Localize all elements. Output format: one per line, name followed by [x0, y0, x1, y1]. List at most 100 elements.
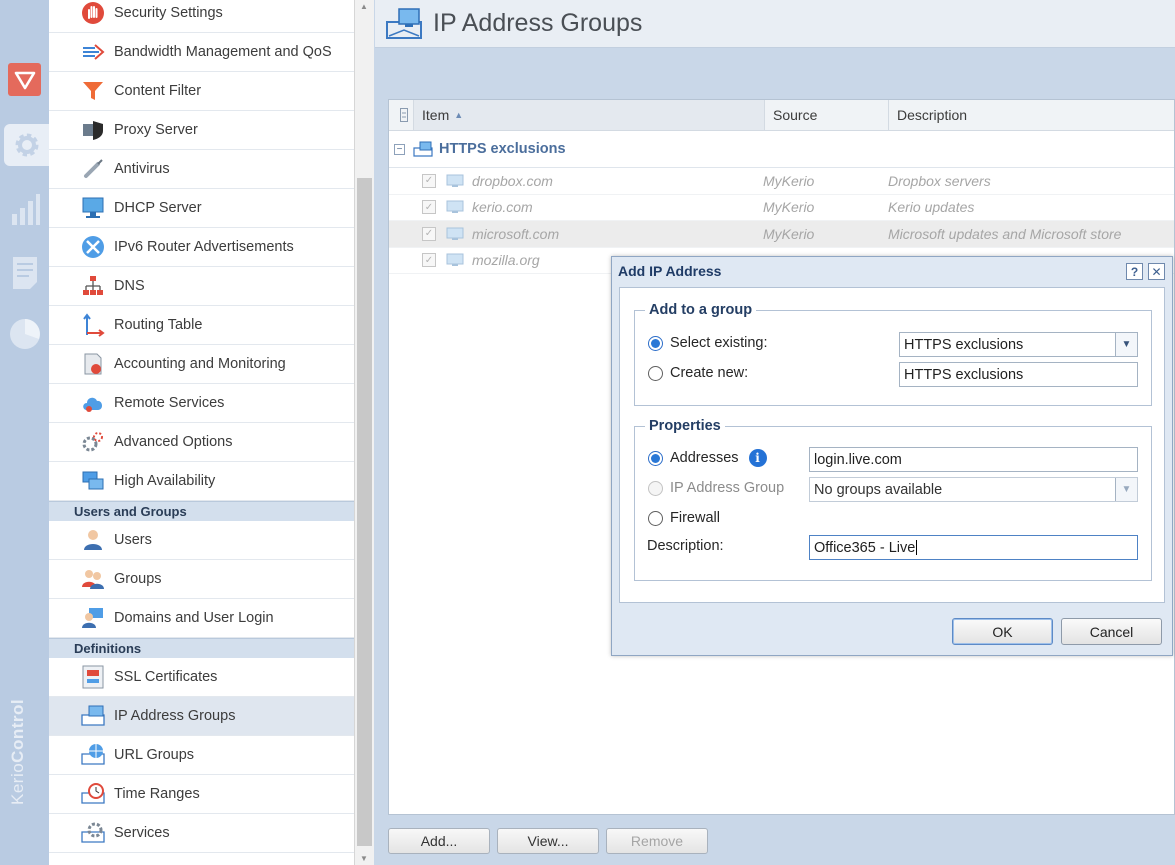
- row-item: kerio.com: [472, 199, 533, 216]
- create-new-value: HTTPS exclusions: [904, 366, 1024, 383]
- nav-item-time-ranges[interactable]: Time Ranges: [49, 775, 354, 814]
- row-item: dropbox.com: [472, 172, 553, 189]
- chevron-down-icon[interactable]: ▼: [1115, 333, 1137, 356]
- nav-item-antivirus[interactable]: Antivirus: [49, 150, 354, 189]
- select-existing-option[interactable]: Select existing:: [648, 335, 768, 351]
- nav-item-ip-address-groups[interactable]: IP Address Groups: [49, 697, 354, 736]
- create-new-option[interactable]: Create new:: [648, 365, 748, 381]
- table-row[interactable]: ✓ kerio.com MyKerio Kerio updates: [389, 195, 1174, 221]
- info-icon[interactable]: i: [748, 449, 767, 467]
- page-header: IP Address Groups: [375, 0, 1175, 48]
- statistics-rail-button[interactable]: [8, 192, 41, 225]
- scroll-down-arrow-icon[interactable]: ▼: [360, 854, 368, 863]
- proxy-shield-icon: [81, 118, 105, 142]
- column-header-description[interactable]: Description: [889, 100, 1174, 130]
- text-cursor: [916, 540, 918, 555]
- nav-item-label: SSL Certificates: [114, 669, 218, 685]
- column-label-source: Source: [773, 107, 818, 123]
- nav-item-remote-services[interactable]: Remote Services: [49, 384, 354, 423]
- cloud-icon: [81, 391, 105, 415]
- nav-item-content-filter[interactable]: Content Filter: [49, 72, 354, 111]
- select-all-column[interactable]: [389, 100, 414, 130]
- addresses-radio[interactable]: [648, 450, 663, 466]
- row-checkbox[interactable]: ✓: [422, 253, 436, 268]
- nav-item-routing-table[interactable]: Routing Table: [49, 306, 354, 345]
- table-row[interactable]: ✓ microsoft.com MyKerio Microsoft updates a…: [389, 221, 1174, 248]
- select-existing-combobox[interactable]: HTTPS exclusions ▼: [899, 332, 1138, 357]
- settings-rail-button[interactable]: [4, 124, 49, 166]
- nav-item-domains-and-user-login[interactable]: Domains and User Login: [49, 599, 354, 638]
- chevron-down-icon: ▼: [1115, 478, 1137, 501]
- nav-item-users[interactable]: Users: [49, 521, 354, 560]
- dhcp-monitor-icon: [81, 196, 105, 220]
- group-title: HTTPS exclusions: [439, 141, 566, 157]
- scroll-up-arrow-icon[interactable]: ▲: [360, 2, 368, 11]
- column-header-source[interactable]: Source: [765, 100, 889, 130]
- select-existing-radio[interactable]: [648, 335, 663, 351]
- nav-item-dns[interactable]: DNS: [49, 267, 354, 306]
- clock-icon: [81, 782, 105, 806]
- nav-item-label: Bandwidth Management and QoS: [114, 44, 332, 60]
- group-row[interactable]: − HTTPS exclusions: [389, 131, 1174, 168]
- nav-item-services[interactable]: Services: [49, 814, 354, 853]
- firewall-option[interactable]: Firewall: [648, 510, 720, 526]
- scrollbar-thumb[interactable]: [357, 178, 372, 846]
- nav-item-label: URL Groups: [114, 747, 195, 763]
- addresses-option[interactable]: Addresses i: [648, 449, 767, 467]
- close-icon[interactable]: ✕: [1148, 263, 1165, 280]
- row-checkbox[interactable]: ✓: [422, 226, 436, 241]
- create-new-input[interactable]: HTTPS exclusions: [899, 362, 1138, 387]
- addresses-value: login.live.com: [814, 451, 902, 468]
- nav-item-label: DHCP Server: [114, 200, 202, 216]
- host-monitor-icon: [446, 253, 464, 267]
- bandwidth-icon: [81, 40, 105, 64]
- nav-item-bandwidth-management-and-qos[interactable]: Bandwidth Management and QoS: [49, 33, 354, 72]
- nav-item-url-groups[interactable]: URL Groups: [49, 736, 354, 775]
- section-definitions: Definitions: [49, 638, 354, 658]
- nav-item-label: Proxy Server: [114, 122, 198, 138]
- help-icon[interactable]: ?: [1126, 263, 1143, 280]
- collapse-icon[interactable]: −: [394, 143, 405, 155]
- description-input[interactable]: Office365 - Live: [809, 535, 1138, 560]
- nav-item-dhcp-server[interactable]: DHCP Server: [49, 189, 354, 228]
- domain-user-icon: [81, 606, 105, 630]
- nav-item-proxy-server[interactable]: Proxy Server: [49, 111, 354, 150]
- column-label-description: Description: [897, 107, 968, 123]
- table-row[interactable]: ✓ dropbox.com MyKerio Dropbox servers: [389, 168, 1174, 195]
- create-new-radio[interactable]: [648, 365, 663, 381]
- firewall-radio[interactable]: [648, 510, 663, 526]
- ip-address-group-radio: [648, 480, 663, 496]
- ip-group-icon: [413, 141, 433, 157]
- view-button[interactable]: View...: [497, 828, 599, 854]
- stop-hand-icon: [81, 1, 105, 25]
- nav-item-accounting-and-monitoring[interactable]: Accounting and Monitoring: [49, 345, 354, 384]
- nav-item-label: Routing Table: [114, 317, 203, 333]
- dns-tree-icon: [81, 274, 105, 298]
- column-header-item[interactable]: Item ▲: [414, 100, 765, 130]
- nav-item-groups[interactable]: Groups: [49, 560, 354, 599]
- logs-rail-button[interactable]: [8, 256, 41, 289]
- add-button[interactable]: Add...: [388, 828, 490, 854]
- nav-item-label: Advanced Options: [114, 434, 233, 450]
- remove-button[interactable]: Remove: [606, 828, 708, 854]
- addresses-input[interactable]: login.live.com: [809, 447, 1138, 472]
- cancel-button[interactable]: Cancel: [1061, 618, 1162, 645]
- nav-item-label: Security Settings: [114, 5, 223, 21]
- nav-item-ssl-certificates[interactable]: SSL Certificates: [49, 658, 354, 697]
- dialog-title-bar[interactable]: Add IP Address: [612, 257, 1172, 285]
- navigation-scrollbar[interactable]: ▲ ▼: [354, 0, 374, 865]
- dialog-body: Add to a group Select existing: HTTPS ex…: [619, 287, 1165, 603]
- service-gear-icon: [81, 821, 105, 845]
- nav-item-security-settings[interactable]: Security Settings: [49, 0, 354, 33]
- nav-item-advanced-options[interactable]: Advanced Options: [49, 423, 354, 462]
- url-globe-icon: [81, 743, 105, 767]
- ok-button[interactable]: OK: [952, 618, 1053, 645]
- status-rail-button[interactable]: [8, 317, 41, 350]
- row-checkbox[interactable]: ✓: [422, 200, 436, 215]
- nav-item-label: Users: [114, 532, 152, 548]
- nav-item-ipv6-router-advertisements[interactable]: IPv6 Router Advertisements: [49, 228, 354, 267]
- settings-navigation: Security Settings Bandwidth Management an…: [49, 0, 354, 865]
- nav-item-high-availability[interactable]: High Availability: [49, 462, 354, 501]
- security-rail-button[interactable]: [8, 63, 41, 96]
- row-checkbox[interactable]: ✓: [422, 173, 436, 188]
